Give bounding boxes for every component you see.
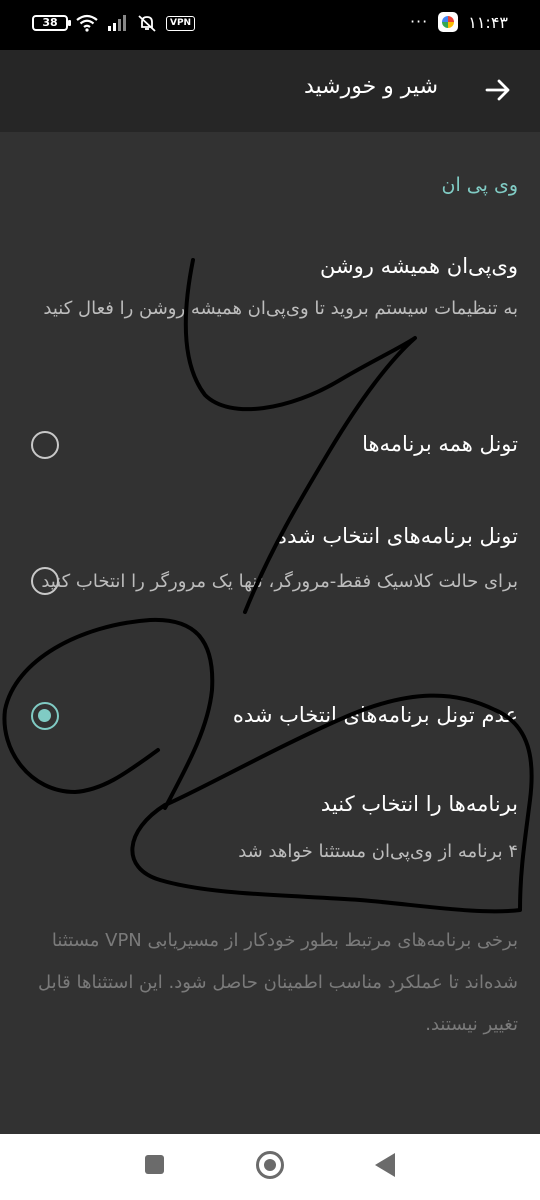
pref-exclude-selected-apps[interactable]: عدم تونل برنامه‌های انتخاب شده xyxy=(0,677,540,757)
bell-muted-icon xyxy=(138,15,156,32)
battery-icon: 38 xyxy=(32,15,71,31)
pref-tunnel-selected-apps[interactable]: تونل برنامه‌های انتخاب شده برای حالت کلا… xyxy=(0,507,540,657)
vpn-badge: VPN xyxy=(166,15,196,31)
pref-title: وی‌پی‌ان همیشه روشن xyxy=(320,254,518,278)
toolbar: شیر و خورشید xyxy=(0,50,540,132)
app-notification-icon xyxy=(438,12,459,32)
status-icons-left: 38 VPN xyxy=(32,14,196,32)
more-notifications-icon: ··· xyxy=(409,12,429,31)
pref-title: تونل همه برنامه‌ها xyxy=(362,432,518,456)
radio-tunnel-all-apps[interactable] xyxy=(31,431,59,459)
pref-title: عدم تونل برنامه‌های انتخاب شده xyxy=(232,703,518,727)
home-circle-icon[interactable] xyxy=(256,1151,284,1179)
pref-select-apps[interactable]: برنامه‌ها را انتخاب کنید ۴ برنامه از وی‌… xyxy=(0,772,540,882)
status-bar: 38 VPN ··· ۱۱:۴۳ xyxy=(0,0,540,50)
clock: ۱۱:۴۳ xyxy=(468,12,508,32)
pref-summary: به تنظیمات سیستم بروید تا وی‌پی‌ان همیشه… xyxy=(43,298,518,319)
pref-always-on-vpn[interactable]: وی‌پی‌ان همیشه روشن به تنظیمات سیستم برو… xyxy=(0,232,540,382)
back-triangle-icon[interactable] xyxy=(375,1153,395,1177)
page-title: شیر و خورشید xyxy=(303,74,438,99)
pref-title: تونل برنامه‌های انتخاب شده xyxy=(276,524,518,548)
wifi-icon xyxy=(76,14,98,32)
section-header-vpn: وی پی ان xyxy=(441,174,518,196)
radio-exclude-selected-apps[interactable] xyxy=(31,702,59,730)
settings-list[interactable]: وی پی ان وی‌پی‌ان همیشه روشن به تنظیمات … xyxy=(0,132,540,1134)
pref-summary: ۴ برنامه از وی‌پی‌ان مستثنا خواهد شد xyxy=(238,841,518,862)
pref-title: برنامه‌ها را انتخاب کنید xyxy=(320,792,518,816)
back-button[interactable] xyxy=(480,72,516,108)
status-icons-right: ··· ۱۱:۴۳ xyxy=(410,12,508,32)
signal-icon xyxy=(108,15,126,31)
footer-note: برخی برنامه‌های مرتبط بطور خودکار از مسی… xyxy=(38,930,518,1035)
pref-summary: برای حالت کلاسیک فقط-مرورگر، تنها یک مرو… xyxy=(41,571,518,592)
arrow-right-icon xyxy=(485,79,510,101)
pref-tunnel-all-apps[interactable]: تونل همه برنامه‌ها xyxy=(0,402,540,492)
navigation-bar xyxy=(0,1134,540,1200)
recent-apps-square-icon[interactable] xyxy=(145,1155,164,1174)
